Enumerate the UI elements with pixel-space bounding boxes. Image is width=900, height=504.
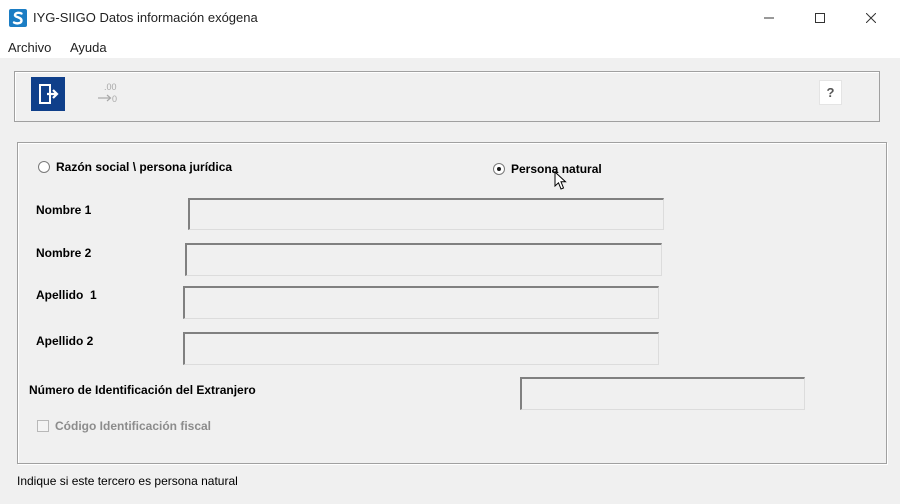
extranjero-id-label: Número de Identificación del Extranjero: [29, 383, 256, 397]
radio-razon-social[interactable]: Razón social \ persona jurídica: [38, 160, 232, 174]
nombre2-input[interactable]: [185, 243, 662, 276]
codigo-fiscal-checkbox-row: Código Identificación fiscal: [37, 419, 211, 433]
svg-text:.00: .00: [104, 82, 117, 92]
exit-button[interactable]: [31, 77, 65, 111]
codigo-fiscal-checkbox: [37, 420, 49, 432]
menu-ayuda[interactable]: Ayuda: [70, 40, 107, 55]
radio-persona-natural[interactable]: Persona natural: [493, 162, 602, 176]
window-title: IYG-SIIGO Datos información exógena: [33, 10, 258, 25]
extranjero-id-input[interactable]: [520, 377, 805, 410]
nombre1-input[interactable]: [188, 198, 664, 230]
title-bar: IYG-SIIGO Datos información exógena: [0, 0, 900, 36]
exit-door-icon: [39, 84, 59, 104]
decimal-arrow-icon: .00 0: [98, 82, 117, 104]
toolbar: .00 0 ?: [14, 71, 880, 122]
siigo-app-icon[interactable]: [9, 9, 27, 27]
status-bar-text: Indique si este tercero es persona natur…: [17, 474, 238, 488]
minimize-button[interactable]: [746, 0, 792, 36]
help-button[interactable]: ?: [819, 80, 842, 105]
close-icon: [866, 13, 876, 23]
apellido2-label: Apellido 2: [36, 334, 94, 348]
decimal-format-button[interactable]: .00 0: [89, 77, 125, 111]
apellido1-input[interactable]: [183, 286, 659, 319]
radio-juridica-circle[interactable]: [38, 161, 50, 173]
codigo-fiscal-label: Código Identificación fiscal: [55, 419, 212, 433]
svg-text:0: 0: [112, 94, 117, 104]
radio-juridica-label: Razón social \ persona jurídica: [56, 160, 233, 174]
mouse-pointer-icon: [554, 171, 567, 190]
apellido1-label: Apellido 1: [36, 288, 97, 302]
close-button[interactable]: [848, 0, 894, 36]
maximize-button[interactable]: [797, 0, 843, 36]
radio-natural-circle[interactable]: [493, 163, 505, 175]
menu-archivo[interactable]: Archivo: [8, 40, 51, 55]
maximize-icon: [815, 13, 825, 23]
nombre2-label: Nombre 2: [36, 246, 92, 260]
apellido2-input[interactable]: [183, 332, 659, 365]
minimize-icon: [764, 17, 774, 19]
nombre1-label: Nombre 1: [36, 203, 92, 217]
menu-bar: Archivo Ayuda: [0, 36, 900, 58]
